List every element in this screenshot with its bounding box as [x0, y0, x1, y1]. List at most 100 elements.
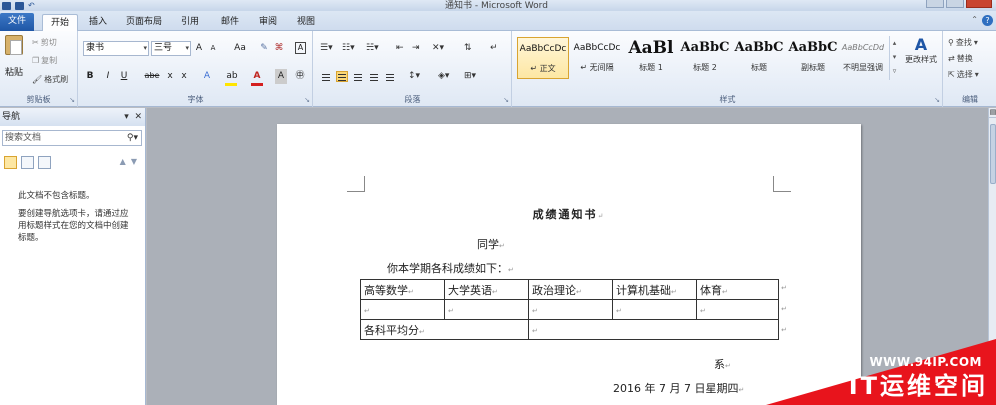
bullets-icon[interactable]: ☰▾	[320, 43, 333, 53]
save-icon[interactable]	[15, 1, 24, 10]
justify-button[interactable]	[368, 71, 380, 82]
italic-button[interactable]: I	[103, 69, 113, 84]
style-heading-2[interactable]: AaBbC 标题 2	[679, 37, 731, 79]
styles-gallery-scroll[interactable]: ▴ ▾ ▿	[889, 36, 899, 80]
table-cell[interactable]: 计算机基础↵	[612, 279, 697, 300]
tab-view[interactable]: 视图	[294, 14, 318, 31]
numbering-icon[interactable]: ☷▾	[342, 43, 355, 53]
crop-mark	[347, 176, 365, 192]
window-controls	[926, 0, 992, 8]
copy-button[interactable]: ❐ 复制	[32, 55, 57, 66]
style-heading-1[interactable]: AaBl 标题 1	[625, 37, 677, 79]
multilevel-list-icon[interactable]: ☵▾	[366, 43, 379, 53]
change-case-button[interactable]: Aa	[231, 41, 249, 56]
dialog-launcher-icon[interactable]: ↘	[503, 96, 509, 104]
highlight-color-swatch	[225, 83, 237, 86]
line-spacing-icon[interactable]: ↕▾	[408, 71, 420, 81]
dialog-launcher-icon[interactable]: ↘	[934, 96, 940, 104]
change-styles-button[interactable]: A 更改样式	[901, 35, 941, 65]
style-no-spacing[interactable]: AaBbCcDc ↵ 无间隔	[571, 37, 623, 79]
decrease-indent-icon[interactable]: ⇤	[396, 43, 404, 53]
table-cell[interactable]: 各科平均分↵	[360, 319, 529, 340]
minimize-button[interactable]	[926, 0, 944, 8]
font-size-select[interactable]: 三号 ▾	[151, 41, 191, 56]
close-icon[interactable]: ✕	[134, 112, 142, 122]
char-shading-icon[interactable]: A	[275, 69, 287, 84]
previous-arrow-icon[interactable]: ▲	[120, 157, 126, 166]
help-icon[interactable]: ?	[982, 15, 993, 26]
table-cell[interactable]: 体育↵	[696, 279, 779, 300]
cut-button[interactable]: ✂ 剪切	[32, 37, 57, 48]
scroll-thumb[interactable]	[990, 124, 996, 184]
table-cell[interactable]: ↵	[444, 299, 529, 320]
highlight-icon[interactable]: ab	[225, 69, 239, 84]
format-painter-button[interactable]: 🖌 格式刷	[32, 74, 68, 85]
distributed-button[interactable]	[384, 71, 396, 82]
char-border-icon[interactable]: A	[295, 42, 306, 54]
borders-icon[interactable]: ⊞▾	[464, 71, 476, 81]
table-cell[interactable]: ↵	[528, 299, 613, 320]
tab-references[interactable]: 引用	[178, 14, 202, 31]
text-effects-icon[interactable]: A	[201, 69, 213, 84]
font-name-select[interactable]: 隶书 ▾	[83, 41, 149, 56]
underline-button[interactable]: U	[119, 69, 129, 84]
select-button[interactable]: ⇱ 选择 ▾	[948, 69, 979, 80]
increase-indent-icon[interactable]: ⇥	[412, 43, 420, 53]
style-subtle-emphasis[interactable]: AaBbCcDd 不明显强调	[839, 37, 887, 79]
tab-insert[interactable]: 插入	[86, 14, 110, 31]
next-arrow-icon[interactable]: ▼	[131, 157, 137, 166]
shrink-font-button[interactable]: A	[207, 41, 219, 56]
sort-icon[interactable]: ⇅	[464, 43, 472, 53]
more-icon[interactable]: ▿	[890, 64, 899, 78]
table-cell[interactable]: 大学英语↵	[444, 279, 529, 300]
ribbon-minimize-icon[interactable]: ⌃	[971, 15, 978, 24]
tab-review[interactable]: 审阅	[256, 14, 280, 31]
strikethrough-button[interactable]: abe	[143, 69, 161, 84]
dialog-launcher-icon[interactable]: ↘	[304, 96, 310, 104]
chevron-down-icon[interactable]: ▾	[124, 112, 129, 122]
search-document-input[interactable]: 搜索文档 ⚲▾	[2, 130, 142, 146]
grow-font-button[interactable]: A	[193, 41, 205, 56]
undo-icon[interactable]: ↶	[28, 1, 37, 10]
shading-icon[interactable]: ◈▾	[438, 71, 449, 81]
maximize-button[interactable]	[946, 0, 964, 8]
find-button[interactable]: ⚲ 查找 ▾	[948, 37, 978, 48]
paste-button[interactable]: 粘贴	[3, 35, 25, 79]
align-center-button[interactable]	[336, 71, 348, 82]
table-cell[interactable]: ↵	[696, 299, 779, 320]
tab-page-layout[interactable]: 页面布局	[122, 14, 166, 31]
pages-view-icon[interactable]	[21, 156, 34, 169]
search-icon[interactable]: ⚲▾	[127, 131, 138, 145]
font-color-icon[interactable]: A	[251, 69, 263, 84]
style-normal[interactable]: AaBbCcDc ↵ 正文	[517, 37, 569, 79]
table-cell[interactable]: 政治理论↵	[528, 279, 613, 300]
word-app-icon[interactable]	[2, 1, 11, 10]
ruler-toggle-icon[interactable]: ▤	[989, 108, 996, 118]
asian-layout-icon[interactable]: ✕▾	[432, 43, 444, 53]
superscript-button[interactable]: x	[179, 69, 189, 84]
close-button[interactable]	[966, 0, 992, 8]
tab-home[interactable]: 开始	[42, 14, 78, 31]
table-cell[interactable]: ↵	[612, 299, 697, 320]
chevron-up-icon[interactable]: ▴	[890, 36, 899, 50]
enclosed-char-icon[interactable]: ㊥	[293, 69, 307, 84]
chevron-down-icon[interactable]: ▾	[890, 50, 899, 64]
align-right-button[interactable]	[352, 71, 364, 82]
table-cell[interactable]: ↵	[528, 319, 779, 340]
phonetic-guide-icon[interactable]: ⌘	[273, 41, 285, 56]
subscript-button[interactable]: x	[165, 69, 175, 84]
tab-mailings[interactable]: 邮件	[218, 14, 242, 31]
results-view-icon[interactable]	[38, 156, 51, 169]
clear-format-icon[interactable]: ✎	[257, 41, 271, 56]
table-cell[interactable]: 高等数学↵	[360, 279, 445, 300]
replace-button[interactable]: ⇄ 替换	[948, 53, 973, 64]
bold-button[interactable]: B	[85, 69, 95, 84]
show-marks-icon[interactable]: ↵	[490, 43, 498, 53]
style-title[interactable]: AaBbC 标题	[733, 37, 785, 79]
align-left-button[interactable]	[320, 71, 332, 82]
tab-file[interactable]: 文件	[0, 13, 34, 31]
dialog-launcher-icon[interactable]: ↘	[69, 96, 75, 104]
style-subtitle[interactable]: AaBbC 副标题	[787, 37, 839, 79]
headings-view-icon[interactable]	[4, 156, 17, 169]
table-cell[interactable]: ↵	[360, 299, 445, 320]
